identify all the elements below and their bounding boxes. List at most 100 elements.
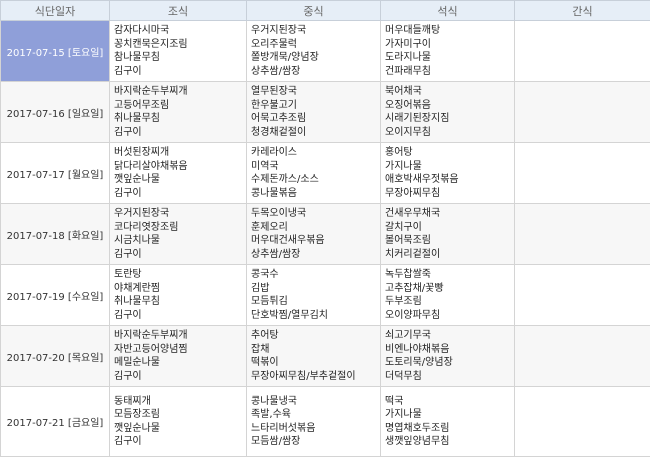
lunch-cell: 콩나물냉국족발,수육느타리버섯볶음모듬쌈/쌈장 xyxy=(247,387,381,457)
lunch-cell: 카레라이스미역국수제돈까스/소스콩나물볶음 xyxy=(247,143,381,204)
menu-day-row: 2017-07-18 [화요일]우거지된장국코다리엿장조림시금치나물김구이두목오… xyxy=(1,204,650,265)
snack-cell xyxy=(515,82,650,143)
breakfast-dish: 바지락순두부찌개 xyxy=(114,85,246,99)
breakfast-dish: 고등어무조림 xyxy=(114,99,246,113)
date-cell[interactable]: 2017-07-21 [금요일] xyxy=(1,387,110,457)
dinner-dish: 치커리겉절이 xyxy=(385,248,514,262)
dinner-dish: 시래기된장지짐 xyxy=(385,112,514,126)
date-cell[interactable]: 2017-07-15 [토요일] xyxy=(1,21,110,82)
header-dinner: 석식 xyxy=(381,1,515,21)
dinner-dish: 가지나물 xyxy=(385,408,514,422)
dinner-dish: 무장아찌무침 xyxy=(385,187,514,201)
breakfast-dish: 모듬장조림 xyxy=(114,408,246,422)
breakfast-dish: 토란탕 xyxy=(114,268,246,282)
dinner-dish: 오징어볶음 xyxy=(385,99,514,113)
header-breakfast: 조식 xyxy=(110,1,247,21)
breakfast-dish: 김구이 xyxy=(114,187,246,201)
lunch-dish: 상추쌈/쌈장 xyxy=(251,248,380,262)
lunch-cell: 추어탕잡채떡볶이무장아찌무침/부추겉절이 xyxy=(247,326,381,387)
breakfast-dish: 코다리엿장조림 xyxy=(114,221,246,235)
lunch-dish: 수제돈까스/소스 xyxy=(251,173,380,187)
dinner-dish: 오이양파무침 xyxy=(385,309,514,323)
menu-day-row: 2017-07-15 [토요일]감자다시마국꽁치캔묵은지조림참나물무침김구이우거… xyxy=(1,21,650,82)
breakfast-dish: 동태찌개 xyxy=(114,395,246,409)
dinner-dish: 오이지무침 xyxy=(385,126,514,140)
lunch-dish: 상추쌈/쌈장 xyxy=(251,65,380,79)
dinner-cell: 녹두찹쌀죽고추잡채/꽃빵두부조림오이양파무침 xyxy=(381,265,515,326)
dinner-cell: 떡국가지나물명엽채호두조림생깻잎양념무침 xyxy=(381,387,515,457)
header-row: 식단일자 조식 중식 석식 간식 xyxy=(1,1,650,21)
snack-cell xyxy=(515,387,650,457)
date-cell[interactable]: 2017-07-20 [목요일] xyxy=(1,326,110,387)
breakfast-dish: 김구이 xyxy=(114,435,246,449)
dinner-cell: 쇠고기무국비엔나야채볶음도토리묵/양념장더덕무침 xyxy=(381,326,515,387)
lunch-dish: 단호박찜/열무김치 xyxy=(251,309,380,323)
date-cell[interactable]: 2017-07-19 [수요일] xyxy=(1,265,110,326)
breakfast-cell: 감자다시마국꽁치캔묵은지조림참나물무침김구이 xyxy=(110,21,247,82)
breakfast-dish: 야채계란찜 xyxy=(114,282,246,296)
breakfast-dish: 깻잎순나물 xyxy=(114,173,246,187)
breakfast-dish: 꽁치캔묵은지조림 xyxy=(114,38,246,52)
snack-cell xyxy=(515,21,650,82)
dinner-cell: 홍어탕가지나물애호박새우젓볶음무장아찌무침 xyxy=(381,143,515,204)
dinner-dish: 볼어묵조림 xyxy=(385,234,514,248)
dinner-cell: 북어채국오징어볶음시래기된장지짐오이지무침 xyxy=(381,82,515,143)
breakfast-dish: 깻잎순나물 xyxy=(114,422,246,436)
dinner-dish: 비엔나야채볶음 xyxy=(385,343,514,357)
lunch-dish: 쫄방개묵/양념장 xyxy=(251,51,380,65)
dinner-dish: 건파래무침 xyxy=(385,65,514,79)
date-cell[interactable]: 2017-07-16 [일요일] xyxy=(1,82,110,143)
breakfast-dish: 자반고등어양념찜 xyxy=(114,343,246,357)
breakfast-cell: 버섯된장찌개닭다리살야채볶음깻잎순나물김구이 xyxy=(110,143,247,204)
dinner-dish: 가자미구이 xyxy=(385,38,514,52)
lunch-dish: 두목오이냉국 xyxy=(251,207,380,221)
breakfast-dish: 김구이 xyxy=(114,370,246,384)
breakfast-dish: 김구이 xyxy=(114,248,246,262)
breakfast-dish: 김구이 xyxy=(114,309,246,323)
breakfast-dish: 감자다시마국 xyxy=(114,24,246,38)
breakfast-cell: 동태찌개모듬장조림깻잎순나물김구이 xyxy=(110,387,247,457)
lunch-dish: 콩국수 xyxy=(251,268,380,282)
breakfast-cell: 우거지된장국코다리엿장조림시금치나물김구이 xyxy=(110,204,247,265)
dinner-dish: 가지나물 xyxy=(385,160,514,174)
dinner-dish: 녹두찹쌀죽 xyxy=(385,268,514,282)
breakfast-dish: 바지락순두부찌개 xyxy=(114,329,246,343)
date-cell[interactable]: 2017-07-18 [화요일] xyxy=(1,204,110,265)
breakfast-cell: 바지락순두부찌개자반고등어양념찜메밀순나물김구이 xyxy=(110,326,247,387)
breakfast-dish: 메밀순나물 xyxy=(114,356,246,370)
lunch-dish: 청경채겉절이 xyxy=(251,126,380,140)
breakfast-cell: 바지락순두부찌개고등어무조림취나물무침김구이 xyxy=(110,82,247,143)
lunch-dish: 떡볶이 xyxy=(251,356,380,370)
lunch-dish: 훈제오리 xyxy=(251,221,380,235)
lunch-dish: 김밥 xyxy=(251,282,380,296)
dinner-dish: 북어채국 xyxy=(385,85,514,99)
breakfast-dish: 시금치나물 xyxy=(114,234,246,248)
snack-cell xyxy=(515,204,650,265)
breakfast-dish: 우거지된장국 xyxy=(114,207,246,221)
date-cell[interactable]: 2017-07-17 [월요일] xyxy=(1,143,110,204)
lunch-dish: 콩나물냉국 xyxy=(251,395,380,409)
header-snack: 간식 xyxy=(515,1,650,21)
breakfast-dish: 닭다리살야채볶음 xyxy=(114,160,246,174)
lunch-dish: 머우대건새우볶음 xyxy=(251,234,380,248)
dinner-dish: 건새우무채국 xyxy=(385,207,514,221)
lunch-cell: 두목오이냉국훈제오리머우대건새우볶음상추쌈/쌈장 xyxy=(247,204,381,265)
lunch-cell: 콩국수김밥모듬튀김단호박찜/열무김치 xyxy=(247,265,381,326)
dinner-cell: 머우대들깨탕가자미구이도라지나물건파래무침 xyxy=(381,21,515,82)
snack-cell xyxy=(515,143,650,204)
dinner-dish: 더덕무침 xyxy=(385,370,514,384)
breakfast-dish: 버섯된장찌개 xyxy=(114,146,246,160)
lunch-dish: 어묵고추조림 xyxy=(251,112,380,126)
dinner-dish: 갈치구이 xyxy=(385,221,514,235)
lunch-dish: 한우불고기 xyxy=(251,99,380,113)
breakfast-dish: 김구이 xyxy=(114,65,246,79)
header-lunch: 중식 xyxy=(247,1,381,21)
dinner-dish: 쇠고기무국 xyxy=(385,329,514,343)
header-date: 식단일자 xyxy=(1,1,110,21)
snack-cell xyxy=(515,265,650,326)
lunch-dish: 카레라이스 xyxy=(251,146,380,160)
dinner-dish: 떡국 xyxy=(385,395,514,409)
lunch-dish: 잡채 xyxy=(251,343,380,357)
breakfast-dish: 참나물무침 xyxy=(114,51,246,65)
menu-day-row: 2017-07-17 [월요일]버섯된장찌개닭다리살야채볶음깻잎순나물김구이카레… xyxy=(1,143,650,204)
